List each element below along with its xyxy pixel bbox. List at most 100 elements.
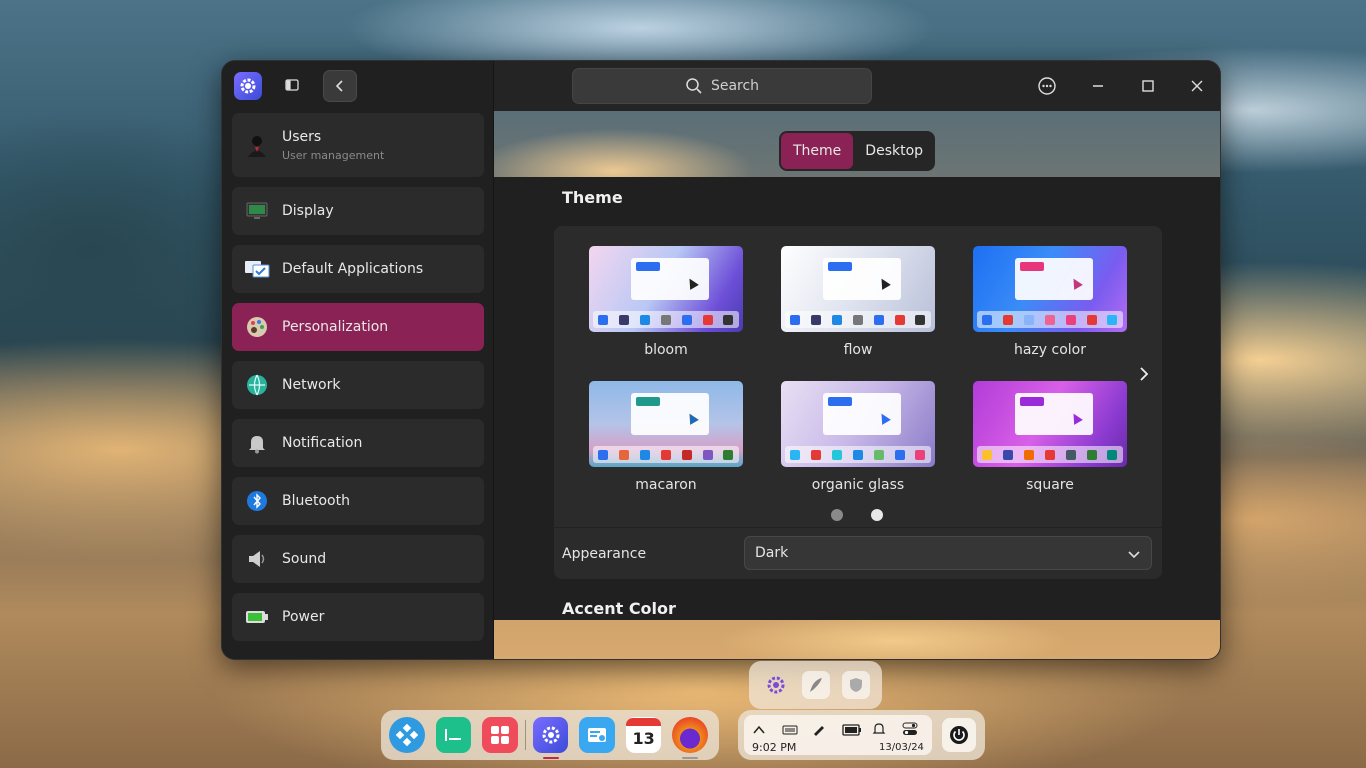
settings-dock-icon[interactable] — [532, 717, 569, 759]
chevron-down-icon — [1128, 551, 1140, 559]
theme-card-square[interactable]: square — [973, 381, 1127, 493]
page-dot-2[interactable] — [871, 509, 883, 521]
sidebar-item-label: Users — [282, 128, 322, 145]
system-tray: 9:02 PM 13/03/24 — [738, 710, 985, 760]
sidebar-item-personalization[interactable]: Personalization — [232, 303, 484, 351]
sidebar-item-default-applications[interactable]: Default Applications — [232, 245, 484, 293]
more-icon — [1038, 77, 1056, 95]
theme-label: organic glass — [811, 477, 905, 493]
keyboard-icon[interactable] — [782, 721, 798, 735]
theme-label: square — [1026, 477, 1074, 493]
network-icon — [244, 372, 270, 398]
titlebar: Search — [494, 61, 1220, 111]
speaker-icon — [244, 546, 270, 572]
theme-thumbnail — [781, 246, 935, 332]
dock: 13 — [381, 710, 719, 760]
tray-popup-dock — [749, 661, 882, 709]
calendar-icon[interactable]: 13 — [625, 717, 662, 753]
sidebar: Users User management Display Default Ap… — [222, 61, 494, 659]
chevron-up-icon[interactable] — [752, 721, 768, 735]
firefox-icon[interactable] — [672, 717, 709, 759]
search-icon — [686, 78, 702, 94]
tab-desktop[interactable]: Desktop — [853, 133, 935, 169]
theme-label: flow — [843, 342, 873, 358]
theme-card-macaron[interactable]: macaron — [589, 381, 743, 493]
sidebar-item-label: Sound — [282, 551, 327, 567]
page-dot-1[interactable] — [831, 509, 843, 521]
clock: 9:02 PM — [752, 741, 797, 754]
sidebar-item-label: Default Applications — [282, 261, 424, 277]
minimize-button[interactable] — [1088, 76, 1108, 96]
battery-tray-icon[interactable] — [842, 721, 861, 736]
sidebar-item-display[interactable]: Display — [232, 187, 484, 235]
sidebar-nav: Users User management Display Default Ap… — [232, 113, 484, 651]
tab-theme[interactable]: Theme — [781, 133, 854, 169]
notification-bell-icon[interactable] — [872, 721, 888, 735]
settings-tray-icon[interactable] — [762, 671, 790, 699]
theme-card-bloom[interactable]: bloom — [589, 246, 743, 358]
settings-app-icon — [234, 72, 262, 100]
sidebar-item-label: Power — [282, 609, 325, 625]
theme-thumbnail — [589, 381, 743, 467]
theme-thumbnail — [589, 246, 743, 332]
more-options-button[interactable] — [1037, 76, 1057, 96]
sidebar-item-sublabel: User management — [282, 148, 385, 162]
theme-grid: bloom flow hazy color macaron organic gl… — [554, 226, 1162, 578]
theme-thumbnail — [781, 381, 935, 467]
power-icon — [950, 726, 968, 744]
theme-section-title: Theme — [562, 188, 623, 207]
pen-icon[interactable] — [812, 721, 828, 736]
launcher-icon[interactable] — [389, 717, 425, 753]
power-button[interactable] — [942, 718, 976, 752]
theme-thumbnail — [973, 381, 1127, 467]
close-icon — [1191, 80, 1203, 92]
sidebar-item-notification[interactable]: Notification — [232, 419, 484, 467]
search-placeholder: Search — [710, 78, 760, 94]
sidebar-item-power[interactable]: Power — [232, 593, 484, 641]
sidebar-item-label: Bluetooth — [282, 493, 350, 509]
minimize-icon — [1093, 85, 1103, 87]
sidebar-item-bluetooth[interactable]: Bluetooth — [232, 477, 484, 525]
theme-thumbnail — [973, 246, 1127, 332]
appearance-value: Dark — [755, 545, 789, 561]
sidebar-item-label: Display — [282, 203, 334, 219]
appearance-select[interactable]: Dark — [744, 536, 1152, 570]
sidebar-toggle-icon[interactable] — [284, 77, 300, 93]
feather-icon[interactable] — [801, 671, 830, 699]
maximize-button[interactable] — [1138, 76, 1158, 96]
tray-panel[interactable]: 9:02 PM 13/03/24 — [744, 715, 932, 755]
theme-card-organic-glass[interactable]: organic glass — [781, 381, 935, 493]
bell-icon — [244, 430, 270, 456]
search-input[interactable]: Search — [572, 68, 872, 104]
sidebar-item-label: Personalization — [282, 319, 389, 335]
running-indicator — [542, 757, 559, 759]
control-center-icon[interactable] — [902, 721, 918, 735]
battery-icon — [244, 604, 270, 630]
close-button[interactable] — [1187, 76, 1207, 96]
palette-icon — [244, 314, 270, 340]
sidebar-item-network[interactable]: Network — [232, 361, 484, 409]
file-manager-icon[interactable] — [579, 717, 615, 753]
sidebar-item-sound[interactable]: Sound — [232, 535, 484, 583]
settings-window: Users User management Display Default Ap… — [221, 60, 1221, 660]
accent-color-title: Accent Color — [562, 599, 676, 618]
main-content: Search Theme Desktop Theme bloom flow ha… — [494, 61, 1220, 659]
theme-card-hazy-color[interactable]: hazy color — [973, 246, 1127, 358]
next-page-button[interactable] — [1136, 366, 1152, 382]
app-store-icon[interactable] — [482, 717, 518, 753]
appearance-row: Appearance Dark — [554, 527, 1162, 579]
dock-separator — [524, 720, 526, 750]
date: 13/03/24 — [879, 742, 924, 753]
default-apps-icon — [244, 256, 270, 282]
shield-icon[interactable] — [841, 671, 870, 699]
theme-card-flow[interactable]: flow — [781, 246, 935, 358]
appearance-label: Appearance — [562, 546, 647, 562]
sidebar-item-users[interactable]: Users User management — [232, 113, 484, 177]
user-icon — [244, 132, 270, 158]
theme-label: hazy color — [1013, 342, 1086, 358]
back-button[interactable] — [323, 70, 357, 102]
theme-label: bloom — [644, 342, 688, 358]
chevron-right-icon — [1140, 367, 1149, 381]
terminal-icon[interactable] — [435, 717, 472, 753]
bluetooth-icon — [244, 488, 270, 514]
